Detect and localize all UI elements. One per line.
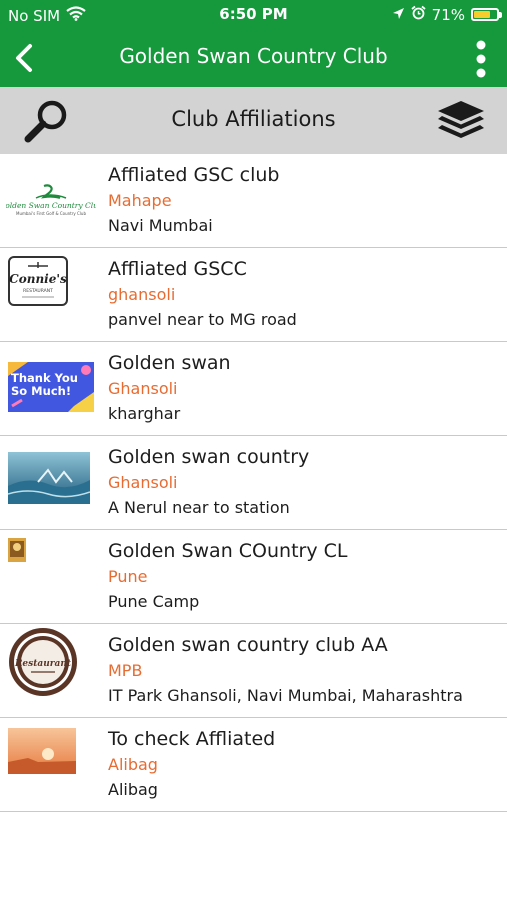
search-button[interactable] bbox=[22, 97, 72, 145]
back-button[interactable] bbox=[8, 38, 44, 78]
club-logo-connies: Connie's RESTAURANT bbox=[8, 256, 68, 306]
club-address: Pune Camp bbox=[108, 592, 200, 611]
list-item[interactable]: To check Affliated Alibag Alibag bbox=[0, 718, 507, 812]
back-chevron-icon bbox=[16, 44, 32, 72]
app-header: No SIM 6:50 PM 71% Golden Swan Country C… bbox=[0, 0, 507, 87]
list-item[interactable]: Golden Swan COuntry CL Pune Pune Camp bbox=[0, 530, 507, 624]
club-address: Navi Mumbai bbox=[108, 216, 213, 235]
club-address: A Nerul near to station bbox=[108, 498, 290, 517]
section-toolbar: Club Affiliations bbox=[0, 87, 507, 154]
nav-bar: Golden Swan Country Club bbox=[0, 30, 507, 87]
layers-icon bbox=[438, 101, 484, 138]
battery-icon bbox=[471, 8, 502, 21]
club-name: Affliated GSC club bbox=[108, 164, 280, 186]
more-vertical-icon bbox=[476, 40, 486, 78]
club-address: Alibag bbox=[108, 780, 158, 799]
location-arrow-icon bbox=[392, 6, 405, 24]
club-location: Ghansoli bbox=[108, 473, 178, 492]
club-address: panvel near to MG road bbox=[108, 310, 297, 329]
club-logo-thank-you: Thank You So Much! bbox=[8, 362, 94, 412]
more-options-button[interactable] bbox=[469, 38, 493, 82]
club-location: Mahape bbox=[108, 191, 172, 210]
club-name: Golden swan country bbox=[108, 446, 310, 468]
alarm-icon bbox=[411, 5, 426, 24]
list-item[interactable]: Restaurant Golden swan country club AA M… bbox=[0, 624, 507, 718]
battery-fill bbox=[474, 11, 490, 18]
club-logo-golden-swan: Golden Swan Country Club Mumbai's First … bbox=[6, 184, 96, 218]
page-title: Club Affiliations bbox=[171, 107, 336, 131]
club-location: MPB bbox=[108, 661, 143, 680]
logo-title: Golden Swan Country Club bbox=[6, 201, 96, 210]
list-item[interactable]: Thank You So Much! Golden swan Ghansoli … bbox=[0, 342, 507, 436]
status-right: 71% bbox=[392, 5, 502, 24]
logo-title: Restaurant bbox=[14, 659, 72, 669]
club-name: Affliated GSCC bbox=[108, 258, 247, 280]
logo-subtitle: Mumbai's First Golf & Country Club bbox=[16, 211, 86, 216]
logo-title: Connie's bbox=[9, 272, 67, 286]
club-location: ghansoli bbox=[108, 285, 176, 304]
battery-percent: 71% bbox=[431, 5, 465, 24]
club-image-sunset bbox=[8, 728, 76, 774]
club-name: Golden Swan COuntry CL bbox=[108, 540, 348, 562]
list-item[interactable]: Golden swan country Ghansoli A Nerul nea… bbox=[0, 436, 507, 530]
search-icon bbox=[24, 100, 67, 143]
club-image-small bbox=[8, 538, 26, 562]
status-bar: No SIM 6:50 PM 71% bbox=[0, 0, 507, 30]
club-address: kharghar bbox=[108, 404, 181, 423]
club-location: Pune bbox=[108, 567, 148, 586]
list-item[interactable]: Golden Swan Country Club Mumbai's First … bbox=[0, 154, 507, 248]
club-address: IT Park Ghansoli, Navi Mumbai, Maharasht… bbox=[108, 686, 463, 705]
logo-title: Thank You So Much! bbox=[11, 372, 78, 398]
club-name: Golden swan country club AA bbox=[108, 634, 388, 656]
club-image-waves bbox=[8, 452, 90, 504]
club-name: To check Affliated bbox=[108, 728, 276, 750]
club-location: Ghansoli bbox=[108, 379, 178, 398]
club-location: Alibag bbox=[108, 755, 158, 774]
nav-title: Golden Swan Country Club bbox=[119, 44, 388, 68]
club-list: Golden Swan Country Club Mumbai's First … bbox=[0, 154, 507, 812]
club-name: Golden swan bbox=[108, 352, 231, 374]
list-item[interactable]: Connie's RESTAURANT Affliated GSCC ghans… bbox=[0, 248, 507, 342]
logo-subtitle: RESTAURANT bbox=[23, 288, 53, 294]
layers-button[interactable] bbox=[435, 99, 487, 143]
club-logo-restaurant: Restaurant bbox=[6, 626, 80, 698]
